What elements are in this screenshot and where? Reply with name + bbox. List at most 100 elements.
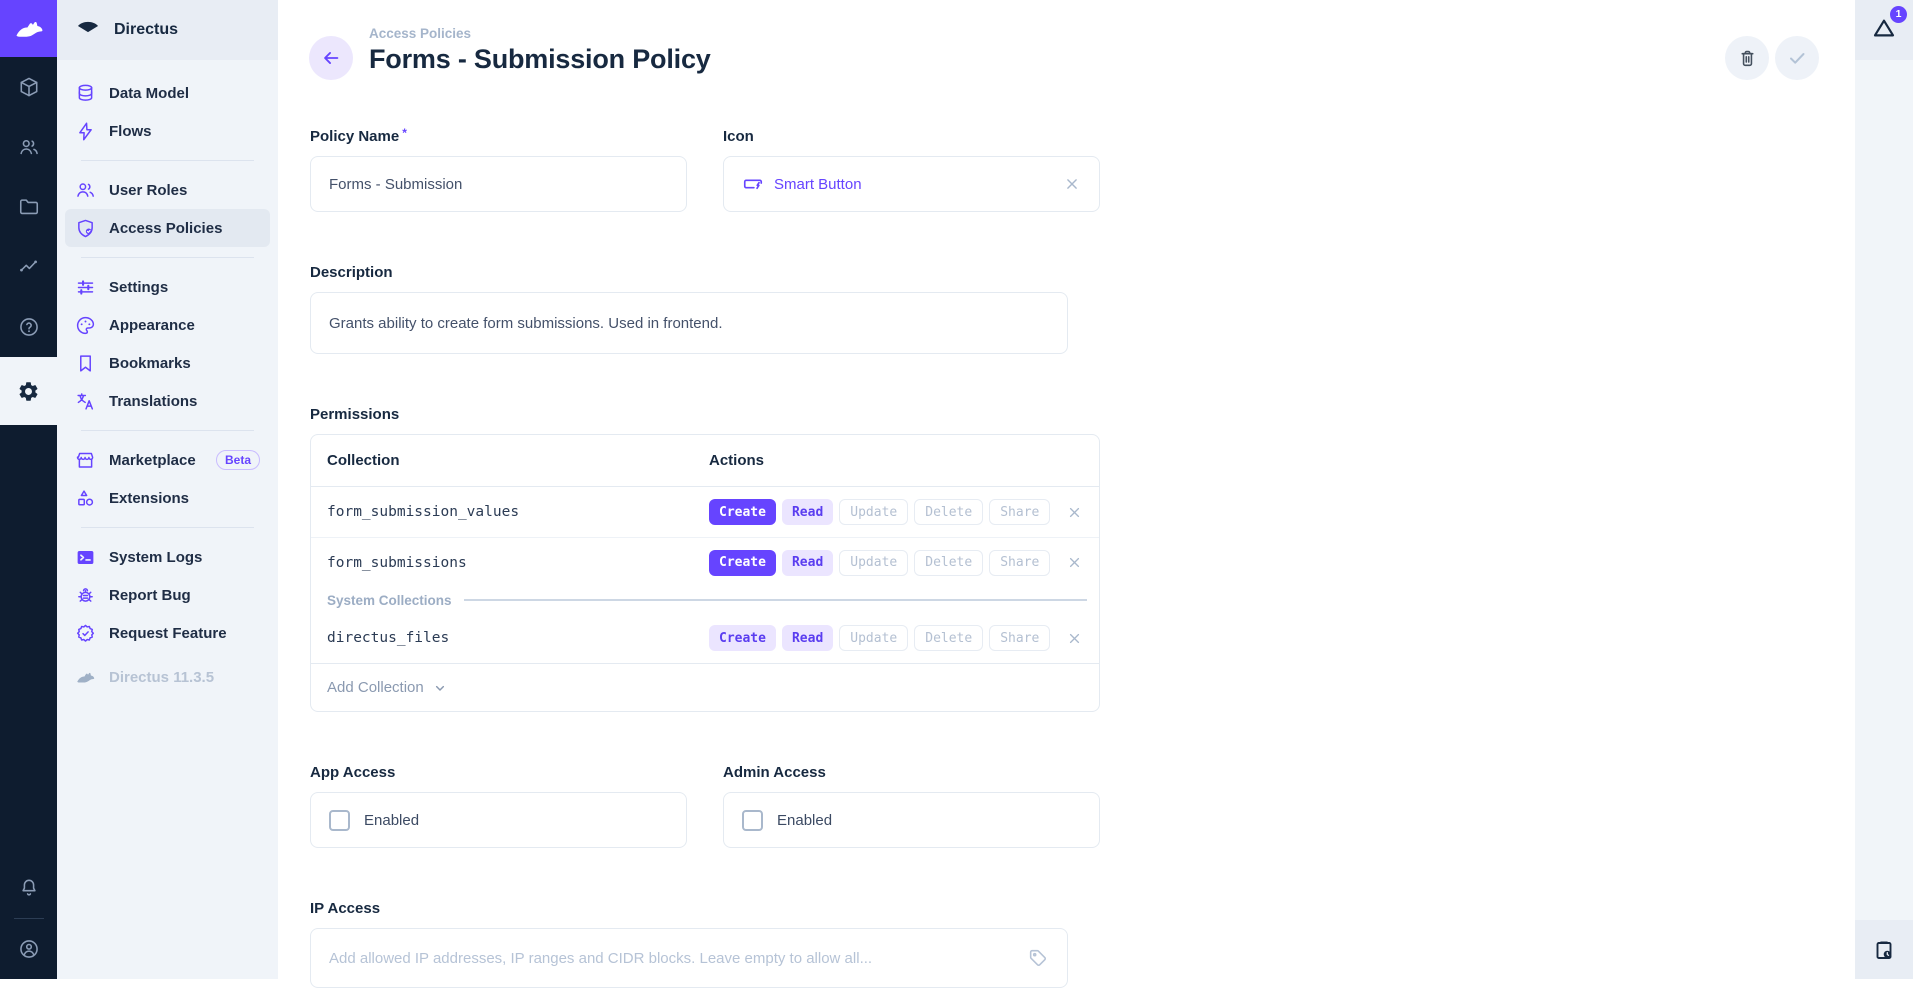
system-collections-divider: System Collections <box>311 587 1099 613</box>
nav-sidebar: Directus Data Model Flows User Roles Access… <box>57 0 278 979</box>
permission-row-directus_files: directus_filesCreateReadUpdateDeleteShar… <box>311 613 1099 663</box>
module-file-library[interactable] <box>0 177 57 237</box>
main-content: Access Policies Forms - Submission Polic… <box>278 0 1855 979</box>
sidebar-item-extensions[interactable]: Extensions <box>65 479 270 517</box>
action-chip-share[interactable]: Share <box>989 625 1050 651</box>
sidebar-item-appearance[interactable]: Appearance <box>65 306 270 344</box>
action-chip-share[interactable]: Share <box>989 550 1050 576</box>
module-notifications[interactable] <box>0 858 57 918</box>
sidebar-item-label: Translations <box>109 393 197 410</box>
tag-button[interactable] <box>1027 947 1049 969</box>
project-logo-icon <box>75 17 101 43</box>
project-name: Directus <box>114 21 178 39</box>
permissions-table-header: Collection Actions <box>311 435 1099 487</box>
sidebar-item-label: Request Feature <box>109 625 227 642</box>
sidebar-item-label: Data Model <box>109 85 189 102</box>
module-bar-bottom-items <box>0 858 57 979</box>
sidebar-divider <box>81 160 254 161</box>
admin-access-toggle[interactable]: Enabled <box>723 792 1100 848</box>
permissions-label: Permissions <box>310 406 1068 423</box>
save-button[interactable] <box>1775 36 1819 80</box>
divider-line <box>464 599 1087 601</box>
notifications-toggle[interactable]: 1 <box>1871 15 1897 46</box>
chevron-down-icon <box>432 680 448 696</box>
sidebar-item-user-roles[interactable]: User Roles <box>65 171 270 209</box>
add-collection-button[interactable]: Add Collection <box>311 663 1099 711</box>
action-chip-create[interactable]: Create <box>709 499 776 525</box>
description-label: Description <box>310 264 1068 281</box>
action-chip-read[interactable]: Read <box>782 625 833 651</box>
ip-access-field: IP Access Add allowed IP addresses, IP r… <box>310 900 1068 988</box>
account-icon <box>18 938 40 960</box>
right-sidebar: 1 <box>1855 0 1913 979</box>
smart-button-icon <box>742 173 764 195</box>
sidebar-item-system-logs[interactable]: System Logs <box>65 538 270 576</box>
action-chip-delete[interactable]: Delete <box>914 625 983 651</box>
folder-icon <box>18 196 40 218</box>
sidebar-item-flows[interactable]: Flows <box>65 112 270 150</box>
icon-value: Smart Button <box>774 176 862 193</box>
actions-column-header: Actions <box>709 452 764 469</box>
action-chip-share[interactable]: Share <box>989 499 1050 525</box>
app-access-toggle[interactable]: Enabled <box>310 792 687 848</box>
page-header: Access Policies Forms - Submission Polic… <box>278 0 1855 80</box>
delete-button[interactable] <box>1725 36 1769 80</box>
palette-icon <box>75 315 96 336</box>
app-access-checkbox[interactable] <box>329 810 350 831</box>
remove-collection-button[interactable] <box>1066 554 1083 571</box>
sidebar-item-marketplace[interactable]: MarketplaceBeta <box>65 441 270 479</box>
ip-access-label: IP Access <box>310 900 1068 917</box>
app-access-label: App Access <box>310 764 687 781</box>
sidebar-item-report-bug[interactable]: Report Bug <box>65 576 270 614</box>
action-chip-create[interactable]: Create <box>709 625 776 651</box>
users-icon <box>75 179 96 201</box>
icon-field: Icon Smart Button <box>723 128 1100 212</box>
remove-collection-button[interactable] <box>1066 504 1083 521</box>
module-content[interactable] <box>0 57 57 117</box>
policy-name-input[interactable]: Forms - Submission <box>310 156 687 212</box>
terminal-icon <box>75 547 96 568</box>
module-settings[interactable] <box>0 357 57 425</box>
ip-access-input[interactable]: Add allowed IP addresses, IP ranges and … <box>310 928 1068 988</box>
bookmark-icon <box>75 353 96 374</box>
sidebar-item-request-feature[interactable]: Request Feature <box>65 614 270 652</box>
action-chip-read[interactable]: Read <box>782 550 833 576</box>
breadcrumb[interactable]: Access Policies <box>369 26 711 41</box>
activity-drawer-toggle[interactable] <box>1855 920 1913 979</box>
sidebar-item-label: Access Policies <box>109 220 222 237</box>
notification-count-badge: 1 <box>1890 6 1907 23</box>
sidebar-divider <box>81 257 254 258</box>
sidebar-item-access-policies[interactable]: Access Policies <box>65 209 270 247</box>
action-chip-delete[interactable]: Delete <box>914 550 983 576</box>
description-input[interactable]: Grants ability to create form submission… <box>310 292 1068 354</box>
action-chip-read[interactable]: Read <box>782 499 833 525</box>
sidebar-divider <box>81 527 254 528</box>
sidebar-item-translations[interactable]: Translations <box>65 382 270 420</box>
system-collections-label: System Collections <box>327 593 452 608</box>
remove-collection-button[interactable] <box>1066 630 1083 647</box>
module-account[interactable] <box>0 919 57 979</box>
icon-input[interactable]: Smart Button <box>723 156 1100 212</box>
clipboard-clock-icon <box>1872 938 1896 962</box>
sidebar-item-directus-11-3-5: Directus 11.3.5 <box>65 658 270 696</box>
sidebar-item-label: Report Bug <box>109 587 191 604</box>
module-user-directory[interactable] <box>0 117 57 177</box>
collection-column-header: Collection <box>327 452 709 469</box>
project-header[interactable]: Directus <box>57 0 278 60</box>
sidebar-item-settings[interactable]: Settings <box>65 268 270 306</box>
back-button[interactable] <box>309 36 353 80</box>
action-chip-update[interactable]: Update <box>839 550 908 576</box>
sidebar-item-bookmarks[interactable]: Bookmarks <box>65 344 270 382</box>
admin-access-checkbox[interactable] <box>742 810 763 831</box>
sidebar-item-data-model[interactable]: Data Model <box>65 74 270 112</box>
action-chip-delete[interactable]: Delete <box>914 499 983 525</box>
icon-clear-button[interactable] <box>1063 175 1081 193</box>
sidebar-item-label: Extensions <box>109 490 189 507</box>
action-chip-create[interactable]: Create <box>709 550 776 576</box>
action-chip-update[interactable]: Update <box>839 625 908 651</box>
directus-logo[interactable] <box>0 0 57 57</box>
action-chip-update[interactable]: Update <box>839 499 908 525</box>
module-help[interactable] <box>0 297 57 357</box>
module-insights[interactable] <box>0 237 57 297</box>
admin-access-label: Admin Access <box>723 764 1100 781</box>
